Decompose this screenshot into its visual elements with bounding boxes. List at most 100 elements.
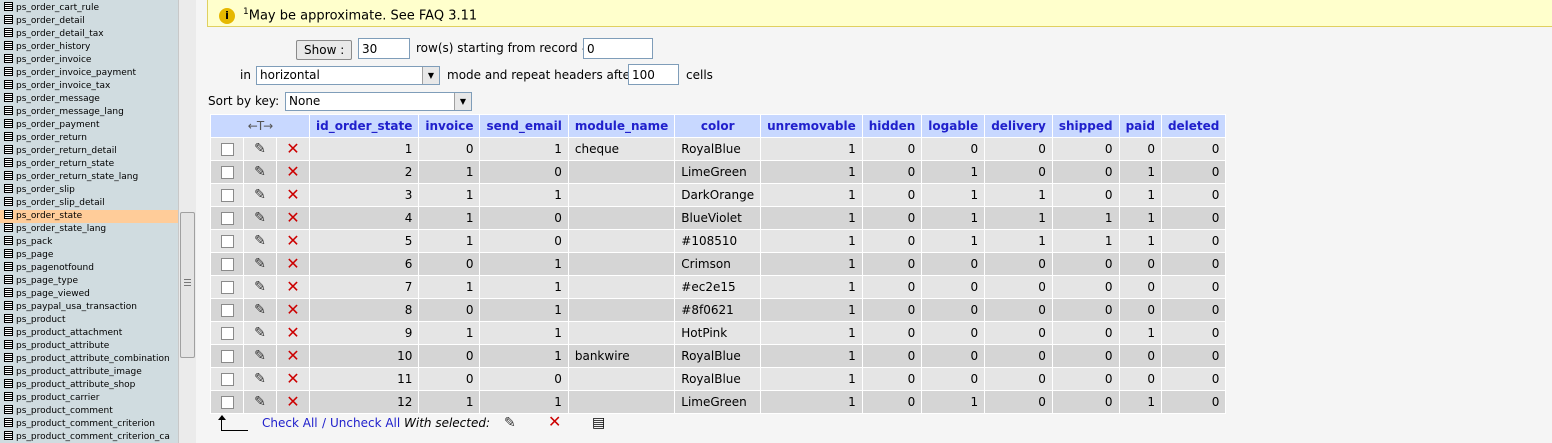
table-cell[interactable]: 1	[984, 183, 1053, 207]
table-cell[interactable]: 1	[760, 160, 863, 184]
column-header[interactable]: send_email	[479, 114, 569, 138]
table-cell[interactable]: LimeGreen	[674, 160, 762, 184]
table-cell[interactable]: 0	[1051, 321, 1120, 345]
delete-icon[interactable]: ✕	[286, 254, 299, 273]
table-cell[interactable]: 11	[308, 367, 420, 391]
table-cell[interactable]: 0	[1160, 298, 1227, 322]
table-cell[interactable]: 0	[1160, 206, 1227, 230]
table-cell[interactable]: 0	[1160, 275, 1227, 299]
pencil-icon[interactable]: ✎	[254, 325, 266, 341]
pencil-icon[interactable]: ✎	[254, 279, 266, 295]
sidebar-item[interactable]: ps_order_message_lang	[0, 106, 178, 119]
table-cell[interactable]	[567, 160, 676, 184]
table-cell[interactable]: 1	[1118, 390, 1162, 414]
table-cell[interactable]: 10	[308, 344, 420, 368]
row-checkbox[interactable]	[220, 350, 234, 363]
column-header[interactable]: hidden	[861, 114, 923, 138]
sidebar-item-label[interactable]: ps_product_attribute_image	[16, 367, 142, 377]
sidebar-item-label[interactable]: ps_order_slip	[16, 185, 75, 195]
table-cell[interactable]: HotPink	[674, 321, 762, 345]
column-header[interactable]: delivery	[984, 114, 1053, 138]
table-cell[interactable]: 0	[861, 183, 923, 207]
table-icon[interactable]	[4, 28, 13, 37]
table-cell[interactable]	[567, 390, 676, 414]
table-cell[interactable]: 1	[760, 183, 863, 207]
sidebar-item-label[interactable]: ps_order_return_state_lang	[16, 172, 138, 182]
table-cell[interactable]: 0	[861, 344, 923, 368]
sidebar-item-label[interactable]: ps_paypal_usa_transaction	[16, 302, 137, 312]
table-cell[interactable]: 0	[861, 160, 923, 184]
table-cell[interactable]: 0	[1118, 367, 1162, 391]
table-cell[interactable]: 0	[1160, 229, 1227, 253]
sidebar-item[interactable]: ps_order_payment	[0, 119, 178, 132]
table-cell[interactable]: 0	[418, 367, 481, 391]
table-cell[interactable]: 0	[984, 344, 1053, 368]
table-cell[interactable]: 0	[921, 298, 986, 322]
table-icon[interactable]	[4, 158, 13, 167]
table-cell[interactable]: #ec2e15	[674, 275, 762, 299]
table-cell[interactable]: 0	[1160, 344, 1227, 368]
table-cell[interactable]: 0	[861, 137, 923, 161]
table-cell[interactable]: 1	[479, 298, 569, 322]
sidebar-item[interactable]: ps_order_invoice_tax	[0, 80, 178, 93]
uncheck-all-link[interactable]: Uncheck All	[330, 416, 400, 430]
table-icon[interactable]	[4, 288, 13, 297]
table-icon[interactable]	[4, 171, 13, 180]
table-cell[interactable]: 0	[479, 206, 569, 230]
sidebar-item[interactable]: ps_page	[0, 249, 178, 262]
table-cell[interactable]: 0	[861, 229, 923, 253]
table-icon[interactable]	[4, 145, 13, 154]
delete-icon[interactable]: ✕	[286, 208, 299, 227]
sidebar-item[interactable]: ps_product	[0, 314, 178, 327]
table-cell[interactable]: 1	[1118, 183, 1162, 207]
table-cell[interactable]: 0	[418, 344, 481, 368]
table-cell[interactable]: 3	[308, 183, 420, 207]
table-cell[interactable]: 0	[984, 298, 1053, 322]
sidebar-item-label[interactable]: ps_order_detail_tax	[16, 29, 104, 39]
table-icon[interactable]	[4, 340, 13, 349]
table-icon[interactable]	[4, 15, 13, 24]
table-cell[interactable]: 1	[418, 390, 481, 414]
table-cell[interactable]: 1	[479, 183, 569, 207]
row-checkbox[interactable]	[220, 143, 234, 156]
table-cell[interactable]: LimeGreen	[674, 390, 762, 414]
table-cell[interactable]: 1	[760, 344, 863, 368]
table-cell[interactable]: 0	[1051, 298, 1120, 322]
table-cell[interactable]: 0	[1051, 183, 1120, 207]
table-cell[interactable]: 1	[1118, 160, 1162, 184]
sidebar-item-label[interactable]: ps_order_invoice_payment	[16, 68, 136, 78]
sidebar-item[interactable]: ps_product_comment	[0, 405, 178, 418]
table-icon[interactable]	[4, 366, 13, 375]
sidebar-item[interactable]: ps_page_viewed	[0, 288, 178, 301]
sidebar-item[interactable]: ps_order_invoice	[0, 54, 178, 67]
table-icon[interactable]	[4, 431, 13, 440]
table-cell[interactable]: 0	[921, 321, 986, 345]
sidebar-item[interactable]: ps_product_carrier	[0, 392, 178, 405]
sidebar-item-label[interactable]: ps_page_viewed	[16, 289, 90, 299]
table-cell[interactable]: 1	[921, 390, 986, 414]
table-cell[interactable]: 2	[308, 160, 420, 184]
table-cell[interactable]: 1	[984, 229, 1053, 253]
table-cell[interactable]: 1	[1051, 206, 1120, 230]
table-cell[interactable]: 1	[1118, 321, 1162, 345]
display-mode-select[interactable]: horizontal ▼	[256, 66, 440, 85]
sidebar-item[interactable]: ps_order_slip	[0, 184, 178, 197]
table-icon[interactable]	[4, 184, 13, 193]
sidebar-item[interactable]: ps_order_slip_detail	[0, 197, 178, 210]
table-cell[interactable]	[567, 275, 676, 299]
table-cell[interactable]: 4	[308, 206, 420, 230]
sidebar-item[interactable]: ps_page_type	[0, 275, 178, 288]
sidebar-item-label[interactable]: ps_order_message	[16, 94, 100, 104]
sidebar-item-label[interactable]: ps_product_attribute_combination	[16, 354, 170, 364]
table-cell[interactable]: RoyalBlue	[674, 137, 762, 161]
sidebar-item-label[interactable]: ps_order_slip_detail	[16, 198, 105, 208]
sidebar-item-label[interactable]: ps_pagenotfound	[16, 263, 94, 273]
pencil-icon[interactable]: ✎	[254, 348, 266, 364]
table-cell[interactable]: 0	[984, 160, 1053, 184]
table-cell[interactable]	[567, 321, 676, 345]
table-cell[interactable]: 1	[921, 206, 986, 230]
column-header[interactable]: unremovable	[760, 114, 863, 138]
sidebar-item-label[interactable]: ps_product_attribute	[16, 341, 109, 351]
column-header[interactable]: module_name	[567, 114, 676, 138]
table-cell[interactable]: 0	[1051, 275, 1120, 299]
